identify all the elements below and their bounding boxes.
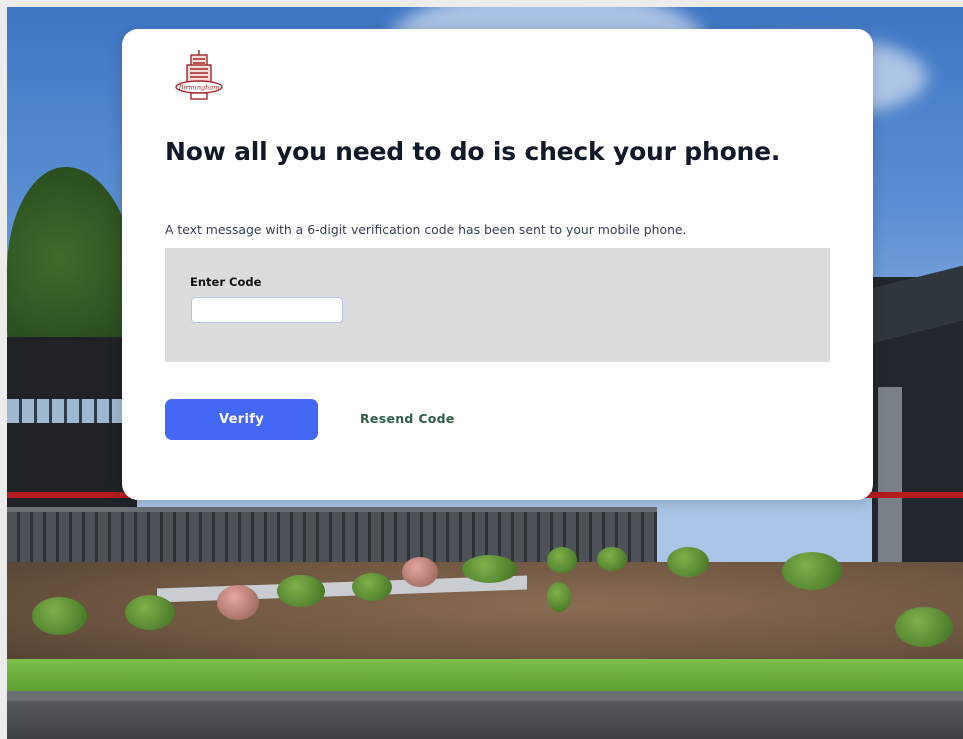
building-left	[7, 337, 137, 512]
building-roof	[872, 265, 963, 344]
verification-code-input[interactable]	[191, 297, 343, 323]
code-entry-panel: Enter Code	[165, 248, 830, 362]
resend-code-link[interactable]: Resend Code	[360, 411, 455, 426]
verify-button[interactable]: Verify	[165, 399, 318, 440]
bush	[782, 552, 842, 590]
bush	[277, 575, 325, 607]
logo-script-text: Birmingham	[178, 84, 220, 92]
bush	[597, 547, 627, 571]
road	[7, 701, 963, 739]
building-windows	[7, 399, 122, 423]
bush	[667, 547, 709, 577]
bush	[352, 573, 392, 601]
building-right	[872, 265, 963, 607]
building-seal-icon: Birmingham	[175, 50, 223, 100]
code-label: Enter Code	[190, 275, 262, 289]
page-subtitle: A text message with a 6-digit verificati…	[165, 222, 687, 237]
verification-card: Birmingham Now all you need to do is che…	[122, 29, 873, 500]
bush	[32, 597, 87, 635]
bush	[895, 607, 953, 647]
bush	[547, 547, 577, 573]
bush	[402, 557, 438, 587]
bush	[217, 585, 259, 620]
brand-logo: Birmingham	[174, 49, 224, 103]
lawn	[7, 659, 963, 695]
bush	[547, 582, 571, 612]
bush	[462, 555, 517, 583]
page-title: Now all you need to do is check your pho…	[165, 137, 781, 166]
bush	[125, 595, 175, 630]
